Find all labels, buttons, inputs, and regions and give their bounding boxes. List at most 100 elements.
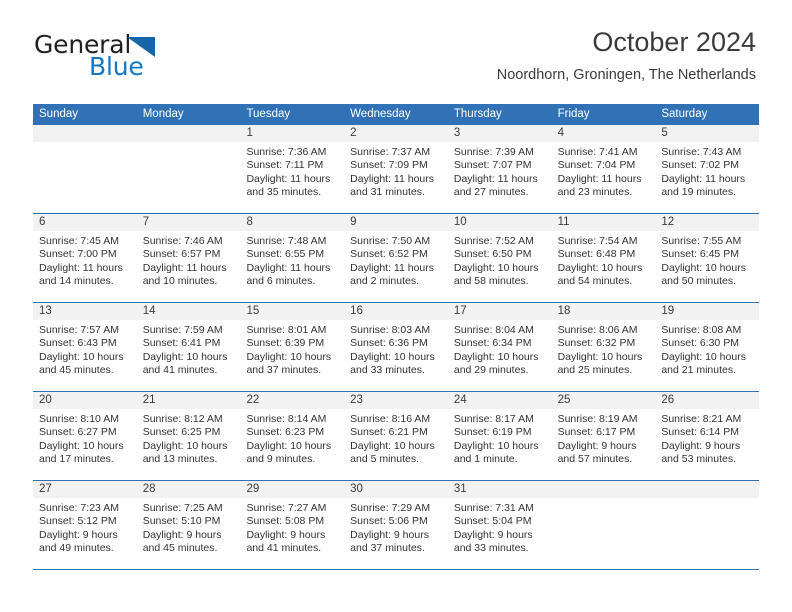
day-cell[interactable]: 29 Sunrise: 7:27 AM Sunset: 5:08 PM Dayligh… — [240, 481, 345, 569]
sunrise-text: Sunrise: 7:29 AM — [350, 502, 431, 514]
sunset-text: Sunset: 6:52 PM — [350, 248, 428, 261]
day-cell[interactable]: 31 Sunrise: 7:31 AM Sunset: 5:04 PM Dayligh… — [447, 481, 552, 569]
sunset-text: Sunset: 6:55 PM — [246, 248, 325, 261]
day-cell[interactable]: 4 Sunrise: 7:41 AM Sunset: 7:04 PM Daylight… — [551, 125, 656, 213]
daylight-text-line2: and 17 minutes. — [39, 453, 114, 466]
daylight-text-line2: and 13 minutes. — [142, 453, 218, 466]
daylight-text-line1: Daylight: 10 hours — [557, 261, 643, 274]
day-info: Sunrise: 8:14 AM Sunset: 6:23 PM Daylight:… — [240, 409, 344, 467]
day-number: 20 — [33, 392, 137, 409]
day-info: Sunrise: 7:41 AM Sunset: 7:04 PM Daylight:… — [552, 142, 656, 200]
day-info: Sunrise: 7:46 AM Sunset: 6:57 PM Daylight:… — [137, 231, 241, 289]
logo-general-blue: General Blue — [34, 32, 214, 88]
daylight-text-line1: Daylight: 10 hours — [39, 439, 124, 452]
day-cell[interactable]: 2 Sunrise: 7:37 AM Sunset: 7:09 PM Daylight… — [344, 125, 448, 213]
sunset-text: Sunset: 6:14 PM — [661, 426, 739, 439]
sunrise-text: Sunrise: 7:57 AM — [39, 324, 119, 336]
weekday-header-wednesday: Wednesday — [350, 108, 411, 120]
day-number: 21 — [136, 392, 241, 409]
sunrise-text: Sunrise: 8:21 AM — [661, 413, 742, 425]
day-number: 7 — [136, 214, 241, 231]
day-cell[interactable]: 17 Sunrise: 8:04 AM Sunset: 6:34 PM Dayligh… — [447, 303, 552, 391]
day-cell[interactable]: 6 Sunrise: 7:45 AM Sunset: 7:00 PM Daylight… — [33, 214, 137, 302]
sunset-text: Sunset: 5:08 PM — [246, 515, 325, 528]
daylight-text-line1: Daylight: 10 hours — [453, 261, 539, 274]
sunset-text: Sunset: 6:43 PM — [39, 337, 117, 350]
day-cell[interactable]: 21 Sunrise: 8:12 AM Sunset: 6:25 PM Dayligh… — [136, 392, 241, 480]
sunset-text: Sunset: 6:39 PM — [246, 337, 325, 350]
sunset-text: Sunset: 6:41 PM — [142, 337, 221, 350]
day-number: 11 — [551, 214, 656, 231]
daylight-text-line1: Daylight: 11 hours — [350, 172, 435, 185]
day-cell[interactable]: 24 Sunrise: 8:17 AM Sunset: 6:19 PM Dayligh… — [447, 392, 552, 480]
daylight-text-line2: and 37 minutes. — [350, 542, 425, 555]
day-cell[interactable]: 8 Sunrise: 7:48 AM Sunset: 6:55 PM Daylight… — [240, 214, 345, 302]
day-info: Sunrise: 8:06 AM Sunset: 6:32 PM Daylight:… — [552, 320, 656, 378]
page-header: General Blue October 2024 Noordhorn, Gro… — [0, 0, 792, 82]
day-cell[interactable]: 11 Sunrise: 7:54 AM Sunset: 6:48 PM Dayligh… — [551, 214, 656, 302]
day-info: Sunrise: 7:23 AM Sunset: 5:12 PM Daylight:… — [33, 498, 137, 556]
daylight-text-line1: Daylight: 9 hours — [557, 439, 637, 452]
day-number: 29 — [240, 481, 345, 498]
day-cell[interactable]: 19 Sunrise: 8:08 AM Sunset: 6:30 PM Dayligh… — [655, 303, 760, 391]
weekday-header-friday: Friday — [557, 108, 590, 120]
day-cell[interactable]: 27 Sunrise: 7:23 AM Sunset: 5:12 PM Dayligh… — [33, 481, 137, 569]
day-info: Sunrise: 7:31 AM Sunset: 5:04 PM Daylight:… — [448, 498, 552, 556]
day-cell[interactable]: 13 Sunrise: 7:57 AM Sunset: 6:43 PM Dayligh… — [33, 303, 137, 391]
day-cell[interactable]: 22 Sunrise: 8:14 AM Sunset: 6:23 PM Dayligh… — [240, 392, 345, 480]
daylight-text-line1: Daylight: 10 hours — [350, 350, 435, 363]
day-cell[interactable]: 15 Sunrise: 8:01 AM Sunset: 6:39 PM Dayligh… — [240, 303, 345, 391]
day-cell[interactable]: 28 Sunrise: 7:25 AM Sunset: 5:10 PM Dayligh… — [136, 481, 241, 569]
sunset-text: Sunset: 7:07 PM — [453, 159, 532, 172]
sunrise-text: Sunrise: 7:54 AM — [557, 235, 638, 247]
daylight-text-line1: Daylight: 10 hours — [661, 350, 746, 363]
day-cell[interactable]: 18 Sunrise: 8:06 AM Sunset: 6:32 PM Dayligh… — [551, 303, 656, 391]
day-cell[interactable]: 10 Sunrise: 7:52 AM Sunset: 6:50 PM Dayligh… — [447, 214, 552, 302]
day-number: 8 — [240, 214, 345, 231]
daylight-text-line1: Daylight: 9 hours — [350, 528, 429, 541]
daylight-text-line2: and 54 minutes. — [557, 275, 633, 288]
day-number: 27 — [33, 481, 137, 498]
sunrise-text: Sunrise: 8:01 AM — [246, 324, 327, 336]
day-cell[interactable]: 1 Sunrise: 7:36 AM Sunset: 7:11 PM Daylight… — [240, 125, 345, 213]
day-cell[interactable]: 26 Sunrise: 8:21 AM Sunset: 6:14 PM Dayligh… — [655, 392, 760, 480]
daylight-text-line2: and 2 minutes. — [350, 275, 420, 288]
weekday-header-row: Sunday Monday Tuesday Wednesday Thursday… — [33, 104, 759, 125]
sunset-text: Sunset: 7:09 PM — [350, 159, 428, 172]
day-info: Sunrise: 7:57 AM Sunset: 6:43 PM Daylight:… — [33, 320, 137, 378]
sunset-text: Sunset: 6:30 PM — [661, 337, 739, 350]
day-cell[interactable]: 16 Sunrise: 8:03 AM Sunset: 6:36 PM Dayligh… — [344, 303, 448, 391]
day-number: 10 — [447, 214, 552, 231]
sunrise-text: Sunrise: 7:59 AM — [142, 324, 223, 336]
daylight-text-line2: and 31 minutes. — [350, 186, 425, 199]
day-cell[interactable]: 12 Sunrise: 7:55 AM Sunset: 6:45 PM Dayligh… — [655, 214, 760, 302]
day-info: Sunrise: 8:19 AM Sunset: 6:17 PM Daylight:… — [552, 409, 656, 467]
day-number: 22 — [240, 392, 345, 409]
sunrise-text: Sunrise: 8:16 AM — [350, 413, 431, 425]
day-info: Sunrise: 7:52 AM Sunset: 6:50 PM Daylight:… — [448, 231, 552, 289]
daylight-text-line1: Daylight: 11 hours — [661, 172, 746, 185]
day-cell[interactable]: 30 Sunrise: 7:29 AM Sunset: 5:06 PM Dayligh… — [344, 481, 448, 569]
daylight-text-line1: Daylight: 10 hours — [142, 439, 228, 452]
day-cell[interactable]: 23 Sunrise: 8:16 AM Sunset: 6:21 PM Dayligh… — [344, 392, 448, 480]
title-block: October 2024 Noordhorn, Groningen, The N… — [497, 27, 756, 84]
day-cell[interactable]: 3 Sunrise: 7:39 AM Sunset: 7:07 PM Daylight… — [447, 125, 552, 213]
sunset-text: Sunset: 6:27 PM — [39, 426, 117, 439]
day-cell[interactable]: 7 Sunrise: 7:46 AM Sunset: 6:57 PM Daylight… — [136, 214, 241, 302]
sunset-text: Sunset: 6:19 PM — [453, 426, 532, 439]
day-number: 13 — [33, 303, 137, 320]
day-info: Sunrise: 8:04 AM Sunset: 6:34 PM Daylight:… — [448, 320, 552, 378]
daylight-text-line2: and 10 minutes. — [142, 275, 218, 288]
sunrise-text: Sunrise: 8:14 AM — [246, 413, 327, 425]
day-cell[interactable]: 9 Sunrise: 7:50 AM Sunset: 6:52 PM Daylight… — [344, 214, 448, 302]
day-info: Sunrise: 8:08 AM Sunset: 6:30 PM Daylight:… — [655, 320, 759, 378]
day-cell[interactable]: 14 Sunrise: 7:59 AM Sunset: 6:41 PM Dayligh… — [136, 303, 241, 391]
sunrise-text: Sunrise: 8:04 AM — [453, 324, 534, 336]
day-cell[interactable]: 20 Sunrise: 8:10 AM Sunset: 6:27 PM Dayligh… — [33, 392, 137, 480]
day-cell[interactable]: 25 Sunrise: 8:19 AM Sunset: 6:17 PM Dayligh… — [551, 392, 656, 480]
sunset-text: Sunset: 7:00 PM — [39, 248, 117, 261]
day-number: 30 — [344, 481, 448, 498]
daylight-text-line2: and 25 minutes. — [557, 364, 633, 377]
day-number: 2 — [344, 125, 448, 142]
day-cell[interactable]: 5 Sunrise: 7:43 AM Sunset: 7:02 PM Daylight… — [655, 125, 760, 213]
